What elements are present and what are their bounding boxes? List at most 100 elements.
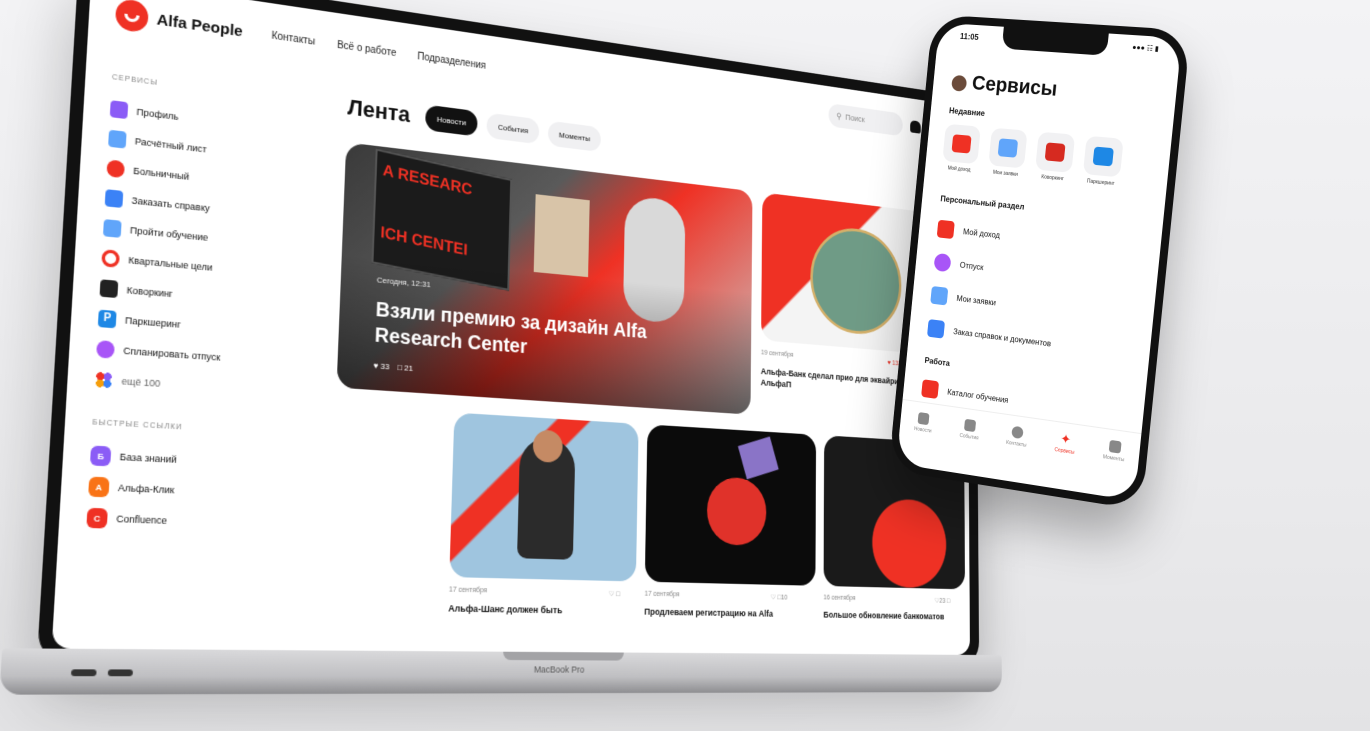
personal-item-label: Мои заявки xyxy=(956,293,997,307)
phone-notch xyxy=(1001,26,1109,56)
profile-icon xyxy=(109,100,129,120)
tab-label: Новости xyxy=(913,426,932,435)
likes-count: 23 xyxy=(939,597,946,605)
card-2-actions[interactable]: ♡ □10 xyxy=(771,593,788,601)
camera-icon xyxy=(1108,439,1122,454)
personal-item-label: Мой доход xyxy=(962,226,1001,240)
vacation-icon xyxy=(96,340,115,359)
sidebar-item-label: Коворкинг xyxy=(126,284,174,300)
knowledge-base-icon: Б xyxy=(89,445,112,467)
comment-icon[interactable]: □ 21 xyxy=(397,363,413,373)
quick-links-title: БЫСТРЫЕ ССЫЛКИ xyxy=(92,418,183,432)
recent-service-income[interactable]: Мой доход xyxy=(940,123,983,175)
recent-services: Мой доход Мои заявки Коворкинг Паркшерин… xyxy=(940,123,1126,188)
recent-service-requests[interactable]: Мои заявки xyxy=(985,127,1029,178)
sidebar-item-label: ещё 100 xyxy=(121,375,161,390)
tab-label: Контакты xyxy=(1005,439,1027,449)
quick-link-label: Альфа-Клик xyxy=(117,482,175,496)
tab-services[interactable]: ✦ Сервисы xyxy=(1045,431,1085,458)
laptop-base: MacBook Pro xyxy=(0,648,1002,695)
tab-moments[interactable]: Моменты xyxy=(1094,438,1135,465)
tab-label: Моменты xyxy=(1102,454,1125,464)
laptop: Alfa People Контакты Всё о работе Подраз… xyxy=(0,0,1002,709)
personal-item-label: Отпуск xyxy=(959,260,984,272)
sidebar-item-label: Спланировать отпуск xyxy=(123,345,221,363)
confluence-icon: C xyxy=(86,507,108,529)
vacation-icon xyxy=(933,252,952,273)
notification-icon[interactable] xyxy=(910,120,921,134)
usb-port xyxy=(70,669,97,677)
tab-events[interactable]: События xyxy=(486,112,540,145)
phone: 11:05 ●●● ☷ ▮ Сервисы Недавние Мой доход… xyxy=(888,14,1191,511)
card-1-actions[interactable]: ♡ □ xyxy=(609,590,620,598)
avatar[interactable] xyxy=(951,74,968,92)
more-icon xyxy=(94,370,114,390)
sidebar-item-label: Профиль xyxy=(136,106,179,123)
card-3-date: 16 сентября xyxy=(823,594,856,602)
nav-link-contacts[interactable]: Контакты xyxy=(271,30,315,47)
personal-title: Персональный раздел xyxy=(940,194,1025,212)
news-card-2[interactable] xyxy=(644,424,817,586)
sidebar-item-label: Больничный xyxy=(132,165,190,183)
likes-count: 33 xyxy=(380,361,390,372)
status-icons: ●●● ☷ ▮ xyxy=(1131,44,1160,54)
nav-link-work[interactable]: Всё о работе xyxy=(337,39,397,58)
contacts-icon xyxy=(1011,425,1024,440)
phone-time: 11:05 xyxy=(959,31,979,42)
laptop-lid: Alfa People Контакты Всё о работе Подраз… xyxy=(36,0,980,667)
home-icon xyxy=(917,412,930,426)
logo[interactable]: Alfa People xyxy=(114,0,244,47)
phone-frame: 11:05 ●●● ☷ ▮ Сервисы Недавние Мой доход… xyxy=(888,14,1191,511)
card-image-ball xyxy=(706,476,767,547)
sidebar-item-label: Паркшеринг xyxy=(124,314,182,330)
comments-count: 10 xyxy=(780,594,788,602)
chair-icon xyxy=(99,279,119,299)
side-image-seat xyxy=(810,223,902,338)
card-1-title: Альфа-Шанс должен быть xyxy=(448,603,563,616)
document-icon xyxy=(104,189,124,209)
tab-news[interactable]: Новости xyxy=(904,410,942,436)
quick-link-label: База знаний xyxy=(119,451,178,466)
personal-item-requests[interactable]: Мои заявки xyxy=(930,285,997,311)
recent-service-label: Мой доход xyxy=(947,165,971,174)
recent-title: Недавние xyxy=(948,106,986,119)
search-placeholder: Поиск xyxy=(845,112,865,125)
card-3-title: Большое обновление банкоматов xyxy=(823,609,945,622)
news-card-1[interactable] xyxy=(449,412,639,582)
sidebar-item-label: Пройти обучение xyxy=(129,224,209,243)
work-item-label: Каталог обучения xyxy=(946,387,1009,405)
tab-label: События xyxy=(959,432,979,442)
personal-item-vacation[interactable]: Отпуск xyxy=(933,252,984,276)
learning-icon xyxy=(102,219,122,238)
sidebar-item-label: Квартальные цели xyxy=(128,254,213,273)
phone-title: Сервисы xyxy=(951,71,1058,102)
personal-item-documents[interactable]: Заказ справок и документов xyxy=(926,319,1052,352)
recent-service-coworking[interactable]: Коворкинг xyxy=(1032,131,1077,183)
flag-icon xyxy=(964,418,977,433)
parking-icon: P xyxy=(97,309,117,329)
target-icon xyxy=(101,249,120,268)
tab-moments[interactable]: Моменты xyxy=(547,120,601,153)
hero-news-card[interactable]: Сегодня, 12:31 Взяли премию за дизайн Al… xyxy=(336,142,753,415)
sidebar-item-label: Расчётный лист xyxy=(134,135,207,155)
laptop-screen: Alfa People Контакты Всё о работе Подраз… xyxy=(51,0,970,655)
usb-port xyxy=(107,669,134,677)
sidebar-item-label: Заказать справку xyxy=(131,195,210,214)
tab-contacts[interactable]: Контакты xyxy=(997,424,1037,450)
personal-item-income[interactable]: Мой доход xyxy=(936,219,1001,244)
heart-icon xyxy=(106,159,125,179)
tab-news[interactable]: Новости xyxy=(424,104,478,137)
nav-link-departments[interactable]: Подразделения xyxy=(417,51,486,71)
logo-text: Alfa People xyxy=(156,10,244,41)
recent-service-parking[interactable]: Паркшеринг xyxy=(1080,135,1126,188)
phone-title-text: Сервисы xyxy=(971,72,1059,101)
requests-icon xyxy=(988,127,1028,169)
personal-item-label: Заказ справок и документов xyxy=(952,326,1052,348)
heart-icon[interactable]: ♥ 33 xyxy=(373,361,389,371)
card-3-actions[interactable]: ♡23 □ xyxy=(934,597,950,605)
card-image-cube xyxy=(737,436,779,480)
tab-events[interactable]: События xyxy=(950,417,989,443)
sidebar: СЕРВИСЫ Профиль Расчётный лист Больничны… xyxy=(86,74,332,541)
card-1-date: 17 сентября xyxy=(448,586,488,595)
search-input[interactable]: ⚲ Поиск xyxy=(828,103,903,137)
